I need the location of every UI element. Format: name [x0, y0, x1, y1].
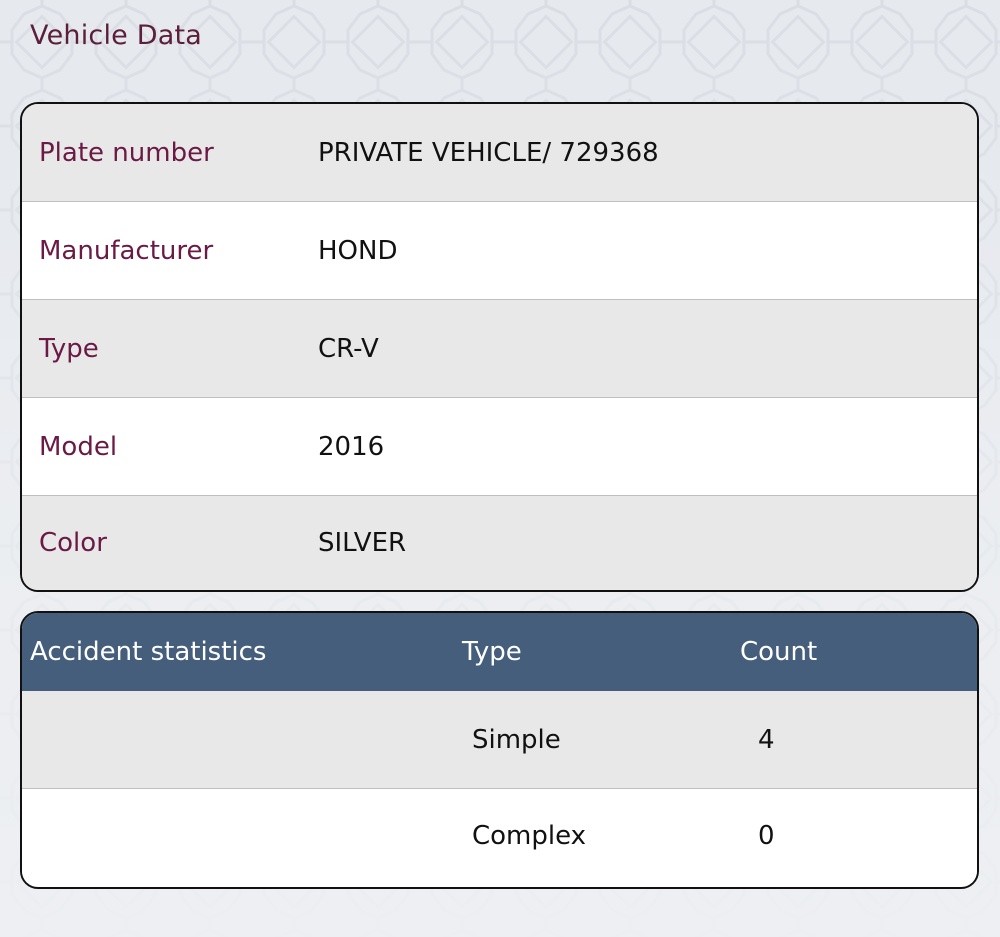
- vehicle-row-label: Type: [39, 333, 99, 364]
- section-title: Vehicle Data: [30, 20, 203, 51]
- accident-row-simple: Simple 4: [22, 691, 977, 789]
- accident-statistics-card: Accident statistics Type Count Simple 4 …: [20, 611, 979, 889]
- vehicle-row-value: CR-V: [318, 333, 379, 364]
- accident-row-type: Complex: [472, 821, 587, 851]
- vehicle-row-label: Color: [39, 528, 107, 558]
- vehicle-row-value: 2016: [318, 431, 385, 462]
- accident-header-count: Count: [740, 637, 818, 667]
- vehicle-row-value: SILVER: [318, 528, 407, 558]
- vehicle-row-model: Model 2016: [22, 398, 977, 496]
- accident-row-complex: Complex 0: [22, 789, 977, 883]
- accident-header-title: Accident statistics: [30, 637, 267, 667]
- vehicle-row-type: Type CR-V: [22, 300, 977, 398]
- accident-table-header: Accident statistics Type Count: [22, 613, 977, 691]
- vehicle-row-manufacturer: Manufacturer HOND: [22, 202, 977, 300]
- vehicle-row-plate: Plate number PRIVATE VEHICLE/ 729368: [22, 104, 977, 202]
- accident-row-count: 0: [758, 821, 775, 851]
- accident-row-type: Simple: [472, 724, 561, 755]
- vehicle-row-label: Model: [39, 431, 118, 462]
- accident-header-type: Type: [462, 637, 522, 667]
- vehicle-row-color: Color SILVER: [22, 496, 977, 590]
- vehicle-data-card: Plate number PRIVATE VEHICLE/ 729368 Man…: [20, 102, 979, 592]
- vehicle-row-label: Plate number: [39, 137, 214, 168]
- vehicle-row-value: HOND: [318, 235, 398, 266]
- vehicle-row-value: PRIVATE VEHICLE/ 729368: [318, 137, 659, 168]
- vehicle-row-label: Manufacturer: [39, 235, 214, 266]
- accident-row-count: 4: [758, 724, 775, 755]
